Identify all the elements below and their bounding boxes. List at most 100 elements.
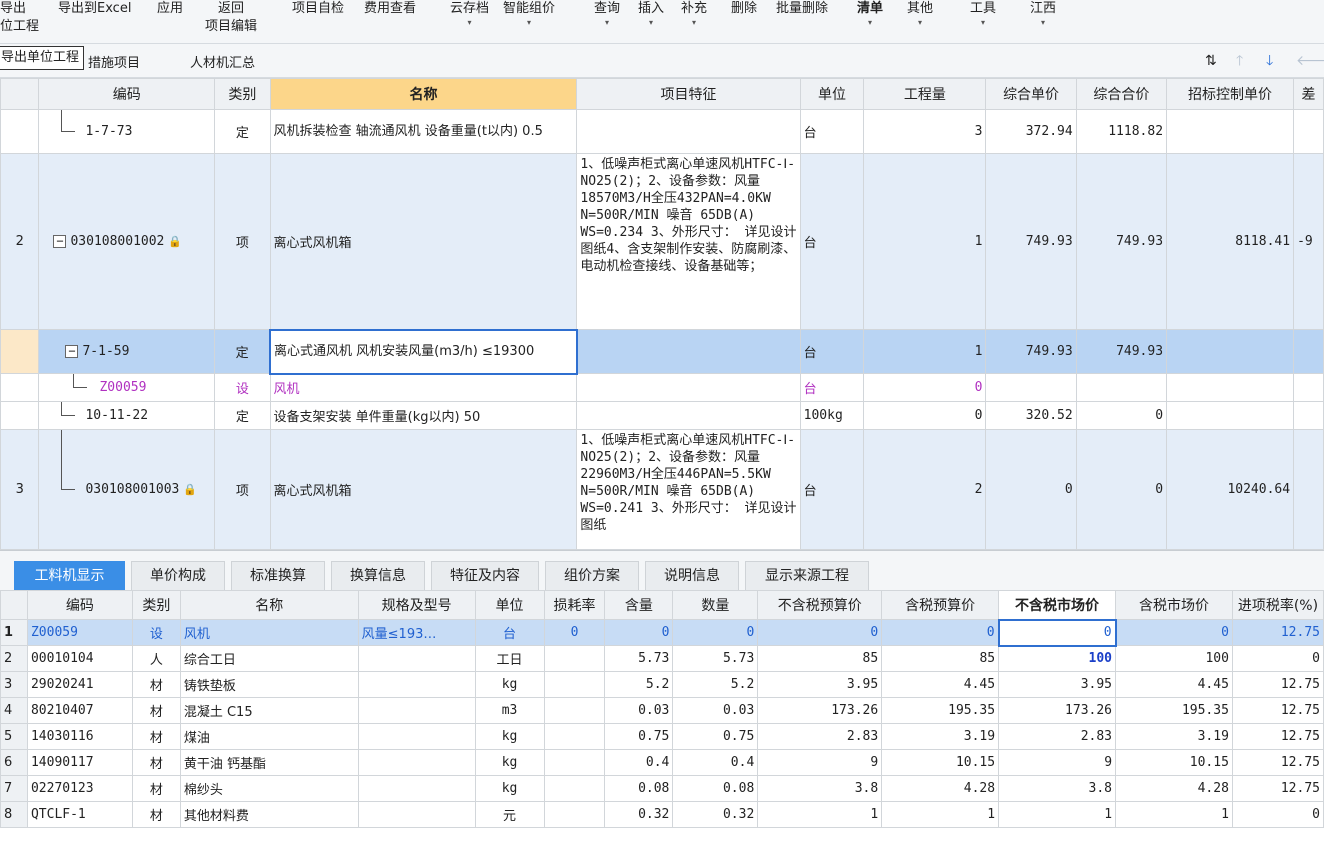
row-code[interactable]: 14030116	[26, 723, 133, 750]
row-market-inc-tax[interactable]: 1	[1115, 801, 1233, 828]
table-row[interactable]: 3 030108001003 🔒 项 离心式风机箱 1、低噪声柜式离心单速风机HT…	[0, 429, 1324, 550]
row-total-price[interactable]: 0	[1075, 429, 1168, 550]
row-budget-ex-tax[interactable]: 3.8	[757, 775, 883, 802]
insert-button[interactable]: 插入 ▾	[638, 0, 664, 28]
row-code[interactable]: 1-7-73	[38, 109, 216, 154]
row-name[interactable]: 离心式风机箱	[269, 153, 578, 330]
row-code[interactable]: −030108001002 🔒	[38, 153, 216, 330]
row-quantity[interactable]: 3	[863, 109, 987, 154]
row-input-tax-rate[interactable]: 12.75	[1231, 671, 1324, 698]
row-control-price[interactable]	[1166, 329, 1295, 374]
row-code[interactable]: QTCLF-1	[26, 801, 133, 828]
row-name[interactable]: 设备支架安装 单件重量(kg以内) 50	[269, 401, 578, 430]
row-budget-inc-tax[interactable]: 4.45	[881, 671, 1000, 698]
row-type[interactable]: 设	[131, 619, 181, 646]
row-market-ex-tax[interactable]: 2.83	[998, 723, 1117, 750]
row-feature[interactable]	[576, 109, 801, 154]
row-type[interactable]: 定	[214, 329, 271, 374]
row-amount[interactable]: 0.4	[672, 749, 759, 776]
row-name[interactable]: 离心式通风机 风机安装风量(m3/h) ≤19300	[269, 328, 578, 375]
row-type[interactable]: 设	[214, 373, 271, 402]
row-name[interactable]: 棉纱头	[179, 775, 359, 802]
move-up-icon[interactable]: 🡑	[1236, 52, 1243, 70]
header-amount[interactable]: 数量	[672, 590, 759, 620]
row-type[interactable]: 项	[214, 153, 271, 330]
row-spec[interactable]	[357, 775, 476, 802]
row-unit[interactable]: 台	[799, 109, 865, 154]
row-amount[interactable]: 0.32	[672, 801, 759, 828]
row-unit[interactable]: 台	[799, 153, 865, 330]
row-unit[interactable]: 台	[799, 329, 865, 374]
row-content[interactable]: 0.4	[604, 749, 674, 776]
row-unit[interactable]: 100kg	[799, 401, 865, 430]
table-row-selected[interactable]: 1 Z00059 设风机 风量≤193… 台 0 0 0 0 0 0 0 12.75	[0, 618, 1324, 647]
row-loss-rate[interactable]	[543, 749, 606, 776]
tab-source-project[interactable]: 显示来源工程	[745, 561, 869, 591]
row-loss-rate[interactable]	[543, 723, 606, 750]
supplement-button[interactable]: 补充 ▾	[681, 0, 707, 28]
row-amount[interactable]: 0	[672, 619, 759, 646]
row-code[interactable]: Z00059	[38, 373, 216, 402]
tools-menu-button[interactable]: 工具 ▾	[970, 0, 996, 28]
header-diff[interactable]: 差	[1293, 78, 1324, 110]
row-quantity[interactable]: 1	[863, 153, 987, 330]
table-row[interactable]: 5 14030116 材煤油 kg 0.75 0.75 2.83 3.19 2.83 3.19 12…	[0, 723, 1324, 750]
row-content[interactable]: 5.73	[604, 645, 674, 672]
row-name[interactable]: 铸铁垫板	[179, 671, 359, 698]
tab-conversion-info[interactable]: 换算信息	[331, 561, 425, 591]
sort-icon[interactable]: ⇅	[1205, 52, 1217, 70]
row-content[interactable]: 5.2	[604, 671, 674, 698]
row-input-tax-rate[interactable]: 0	[1231, 801, 1324, 828]
row-code[interactable]: Z00059	[26, 619, 133, 646]
table-row[interactable]: 3 29020241 材铸铁垫板 kg 5.2 5.2 3.95 4.45 3.95 4.45 12…	[0, 671, 1324, 698]
row-code[interactable]: 030108001003 🔒	[38, 429, 216, 550]
row-type[interactable]: 材	[131, 723, 181, 750]
row-name[interactable]: 离心式风机箱	[269, 429, 578, 550]
row-amount[interactable]: 5.73	[672, 645, 759, 672]
row-name[interactable]: 黄干油 钙基酯	[179, 749, 359, 776]
row-input-tax-rate[interactable]: 12.75	[1231, 723, 1324, 750]
header-input-tax-rate[interactable]: 进项税率(%)	[1231, 590, 1324, 620]
header-market-ex-tax[interactable]: 不含税市场价	[998, 590, 1117, 620]
self-check-button[interactable]: 项目自检	[292, 0, 344, 18]
row-code[interactable]: 14090117	[26, 749, 133, 776]
row-total-price[interactable]: 0	[1075, 401, 1168, 430]
row-unit-price[interactable]: 0	[985, 429, 1077, 550]
row-content[interactable]: 0.08	[604, 775, 674, 802]
row-budget-inc-tax[interactable]: 195.35	[881, 697, 1000, 724]
row-spec[interactable]	[357, 749, 476, 776]
export-unit-project-button[interactable]: 导出 位工程	[0, 0, 39, 36]
header-market-inc-tax[interactable]: 含税市场价	[1115, 590, 1233, 620]
row-type[interactable]: 材	[131, 775, 181, 802]
table-row[interactable]: Z00059 设 风机 台 0	[0, 373, 1324, 402]
row-name[interactable]: 风机	[269, 373, 578, 402]
row-type[interactable]: 定	[214, 401, 271, 430]
row-budget-inc-tax[interactable]: 3.19	[881, 723, 1000, 750]
row-code[interactable]: 10-11-22	[38, 401, 216, 430]
row-spec[interactable]: 风量≤193…	[357, 619, 476, 646]
row-unit[interactable]: m3	[474, 697, 545, 724]
tab-pricing-scheme[interactable]: 组价方案	[545, 561, 639, 591]
row-control-price[interactable]	[1166, 401, 1295, 430]
row-content[interactable]: 0.32	[604, 801, 674, 828]
header-type[interactable]: 类别	[131, 590, 181, 620]
cloud-archive-button[interactable]: 云存档 ▾	[450, 0, 489, 28]
query-button[interactable]: 查询 ▾	[594, 0, 620, 28]
row-amount[interactable]: 0.08	[672, 775, 759, 802]
row-type[interactable]: 材	[131, 671, 181, 698]
row-budget-ex-tax[interactable]: 9	[757, 749, 883, 776]
apply-button[interactable]: 应用	[157, 0, 183, 18]
row-name[interactable]: 煤油	[179, 723, 359, 750]
table-row[interactable]: 4 80210407 材混凝土 C15 m3 0.03 0.03 173.26 195.35 1…	[0, 697, 1324, 724]
row-total-price[interactable]	[1075, 373, 1168, 402]
table-row[interactable]: 2 00010104 人综合工日 工日 5.73 5.73 85 85 100 100 0	[0, 645, 1324, 672]
row-input-tax-rate[interactable]: 12.75	[1231, 697, 1324, 724]
header-name[interactable]: 名称	[269, 78, 578, 110]
row-unit-price[interactable]: 749.93	[985, 329, 1077, 374]
batch-delete-button[interactable]: 批量删除	[776, 0, 828, 18]
smart-pricing-button[interactable]: 智能组价 ▾	[503, 0, 555, 28]
row-amount[interactable]: 0.75	[672, 723, 759, 750]
row-market-ex-tax[interactable]: 9	[998, 749, 1117, 776]
row-unit-price[interactable]: 320.52	[985, 401, 1077, 430]
header-code[interactable]: 编码	[26, 590, 133, 620]
